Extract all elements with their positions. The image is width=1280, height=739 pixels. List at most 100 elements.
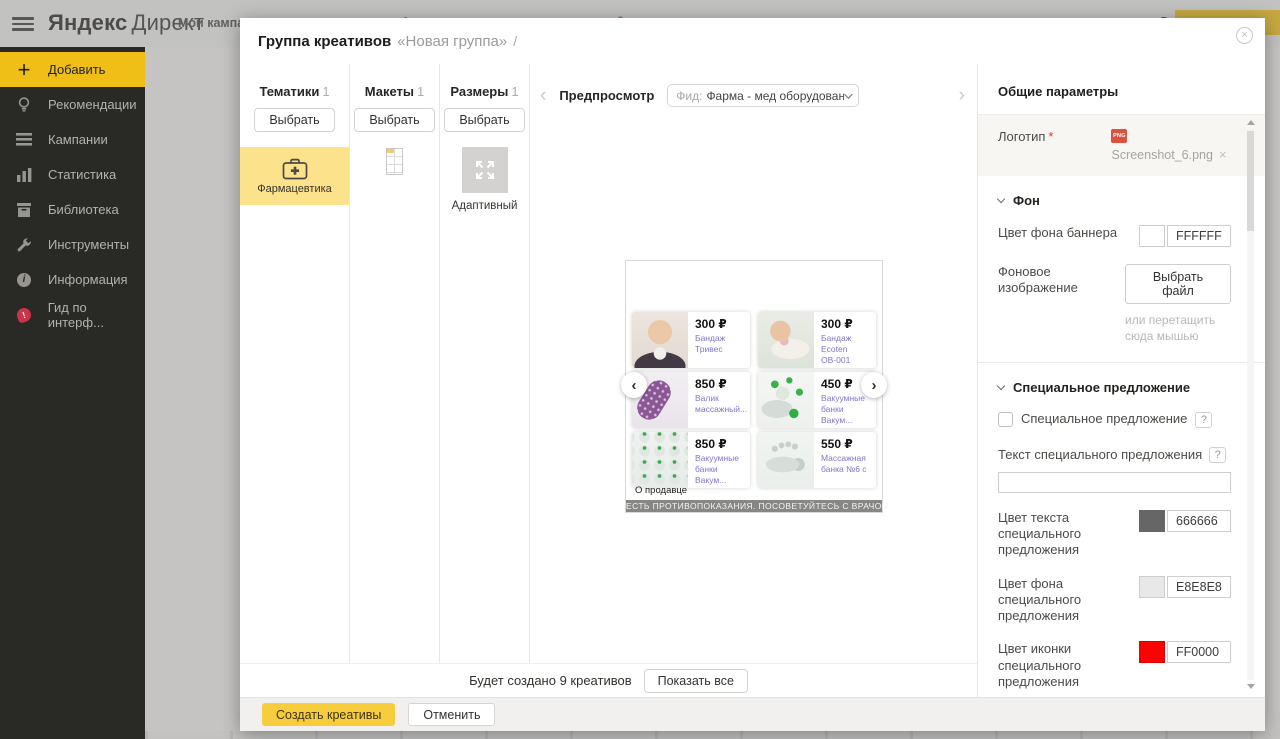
sidebar-item-tools[interactable]: Инструменты: [0, 227, 145, 262]
banner-color-swatch[interactable]: [1139, 225, 1165, 247]
special-icon-color-row: Цвет иконки специального предложения FF0…: [998, 641, 1231, 690]
carousel-next-button[interactable]: [861, 372, 887, 398]
dimmed-background-strip: [145, 731, 1280, 739]
drag-drop-hint: или перетащить сюда мышью: [1125, 313, 1216, 344]
sidebar-item-add[interactable]: + Добавить: [0, 52, 145, 87]
banner-color-input[interactable]: FFFFFF: [1167, 225, 1231, 247]
special-text-color-row: Цвет текста специального предложения 666…: [998, 509, 1231, 559]
themes-choose-button[interactable]: Выбрать: [254, 108, 335, 132]
carousel-prev-button[interactable]: [621, 372, 647, 398]
sizes-choose-button[interactable]: Выбрать: [444, 108, 525, 132]
chevron-down-icon: [996, 194, 1006, 204]
preview-title: Предпросмотр: [559, 88, 655, 103]
product-name: Вакуумные банки Вакум...: [695, 453, 739, 486]
ad-banner-preview: 300 ₽ Бандаж Тривес 300 ₽ Бандаж Ecoten ОВ…: [621, 260, 889, 513]
create-creatives-button[interactable]: Создать креативы: [262, 703, 396, 726]
themes-title: Тематики: [259, 84, 320, 99]
summary-row: Будет создано 9 креативов Показать все: [240, 663, 977, 697]
special-bg-color-swatch[interactable]: [1139, 575, 1165, 598]
expand-arrows-icon: [475, 161, 494, 179]
show-all-button[interactable]: Показать все: [643, 668, 748, 693]
special-offer-checkbox[interactable]: [998, 412, 1013, 427]
edit-pencil-icon[interactable]: [513, 33, 517, 49]
about-seller-link[interactable]: О продавце: [635, 485, 687, 496]
sizes-count: 1: [511, 84, 519, 99]
product-image: [758, 312, 814, 368]
sizes-column: Размеры 1 Выбрать Адаптивный: [440, 64, 530, 663]
background-section-toggle[interactable]: Фон: [996, 193, 1231, 208]
product-name: Массажная банка №6 с: [821, 453, 867, 475]
sidebar-item-statistics[interactable]: Статистика: [0, 157, 145, 192]
feed-select[interactable]: Фид: Фарма - мед оборудование: [667, 84, 860, 107]
scroll-up-icon[interactable]: [1247, 120, 1255, 125]
background-image-row: Фоновое изображение Выбрать файл или пер…: [998, 264, 1231, 344]
banner-color-row: Цвет фона баннера FFFFFF: [998, 225, 1231, 247]
params-title: Общие параметры: [998, 84, 1119, 99]
png-file-icon: PNG: [1111, 129, 1128, 143]
help-icon[interactable]: [1209, 446, 1227, 463]
cancel-button[interactable]: Отменить: [408, 703, 496, 726]
logo-row: Логотип * PNG Screenshot_6.png ×: [978, 115, 1265, 176]
logo-file: PNG Screenshot_6.png ×: [1111, 129, 1227, 162]
sidebar: + Добавить Рекомендации Кампании Статист…: [0, 47, 145, 739]
special-text-label-row: Текст специального предложения: [998, 447, 1231, 463]
product-card[interactable]: 300 ₽ Бандаж Ecoten ОВ-001: [758, 312, 876, 368]
params-scrollbar[interactable]: [1246, 120, 1255, 689]
special-icon-color-swatch[interactable]: [1139, 641, 1165, 664]
special-bg-color-input[interactable]: E8E8E8: [1167, 575, 1231, 598]
scrollbar-thumb[interactable]: [1247, 131, 1254, 231]
info-icon: i: [14, 272, 34, 287]
product-card[interactable]: 850 ₽ Валик массажный...: [632, 372, 750, 428]
product-image: [758, 372, 814, 428]
chevron-down-icon: [996, 382, 1006, 391]
common-parameters-panel: Общие параметры Логотип * PNG Screenshot_…: [977, 64, 1265, 697]
sidebar-item-information[interactable]: i Информация: [0, 262, 145, 297]
theme-tile-label: Фармацевтика: [257, 183, 332, 195]
special-text-color-label: Цвет текста специального предложения: [998, 509, 1082, 558]
themes-column: Тематики 1 Выбрать Фармацевтика: [240, 64, 350, 663]
layouts-column: Макеты 1 Выбрать: [350, 64, 440, 663]
theme-pharma-tile[interactable]: Фармацевтика: [240, 147, 349, 205]
chevron-down-icon: [844, 89, 853, 99]
product-price: 300 ₽: [695, 317, 727, 331]
logo-label: Логотип *: [998, 129, 1054, 144]
special-text-input[interactable]: [998, 471, 1231, 493]
background-section-title: Фон: [1013, 193, 1040, 208]
preview-prev-icon[interactable]: [540, 88, 546, 104]
special-offer-checkbox-row: Специальное предложение: [998, 411, 1231, 428]
sidebar-item-recommendations[interactable]: Рекомендации: [0, 87, 145, 122]
special-text-color-input[interactable]: 666666: [1167, 509, 1231, 532]
product-price: 850 ₽: [695, 437, 727, 451]
special-icon-color-input[interactable]: FF0000: [1167, 641, 1231, 664]
help-icon[interactable]: [1195, 411, 1213, 428]
menu-icon[interactable]: [12, 17, 34, 31]
special-offer-section-toggle[interactable]: Специальное предложение: [996, 380, 1231, 395]
sizes-title: Размеры: [450, 84, 509, 99]
product-card[interactable]: 300 ₽ Бандаж Тривес: [632, 312, 750, 368]
remove-file-icon[interactable]: ×: [1219, 147, 1227, 162]
choose-file-button[interactable]: Выбрать файл: [1125, 264, 1231, 304]
creatives-count-text: Будет создано 9 креативов: [469, 673, 632, 688]
product-card[interactable]: 450 ₽ Вакуумные банки Вакум...: [758, 372, 876, 428]
sidebar-item-campaigns[interactable]: Кампании: [0, 122, 145, 157]
list-icon: [14, 133, 34, 146]
lightbulb-icon: [14, 96, 34, 113]
special-text-color-swatch[interactable]: [1139, 509, 1165, 532]
brand-yandex: Яндекс: [48, 10, 128, 35]
sidebar-item-interface-guide[interactable]: ! Гид по интерф...: [0, 297, 145, 332]
background-image-label: Фоновое изображение: [998, 264, 1078, 296]
modal-subtitle: «Новая группа»: [397, 32, 508, 50]
themes-count: 1: [322, 84, 330, 99]
special-offer-checkbox-label: Специальное предложение: [1021, 411, 1188, 427]
product-image: [632, 312, 688, 368]
sidebar-item-library[interactable]: Библиотека: [0, 192, 145, 227]
scroll-down-icon[interactable]: [1247, 684, 1255, 689]
product-card[interactable]: 850 ₽ Вакуумные банки Вакум...: [632, 432, 750, 488]
preview-next-icon[interactable]: [959, 88, 965, 104]
layout-thumbnail[interactable]: [386, 148, 403, 175]
close-icon[interactable]: [1236, 27, 1253, 44]
size-adaptive-tile[interactable]: [461, 147, 508, 193]
layouts-choose-button[interactable]: Выбрать: [354, 108, 435, 132]
product-card[interactable]: 550 ₽ Массажная банка №6 с: [758, 432, 876, 488]
plus-icon: +: [17, 56, 31, 82]
